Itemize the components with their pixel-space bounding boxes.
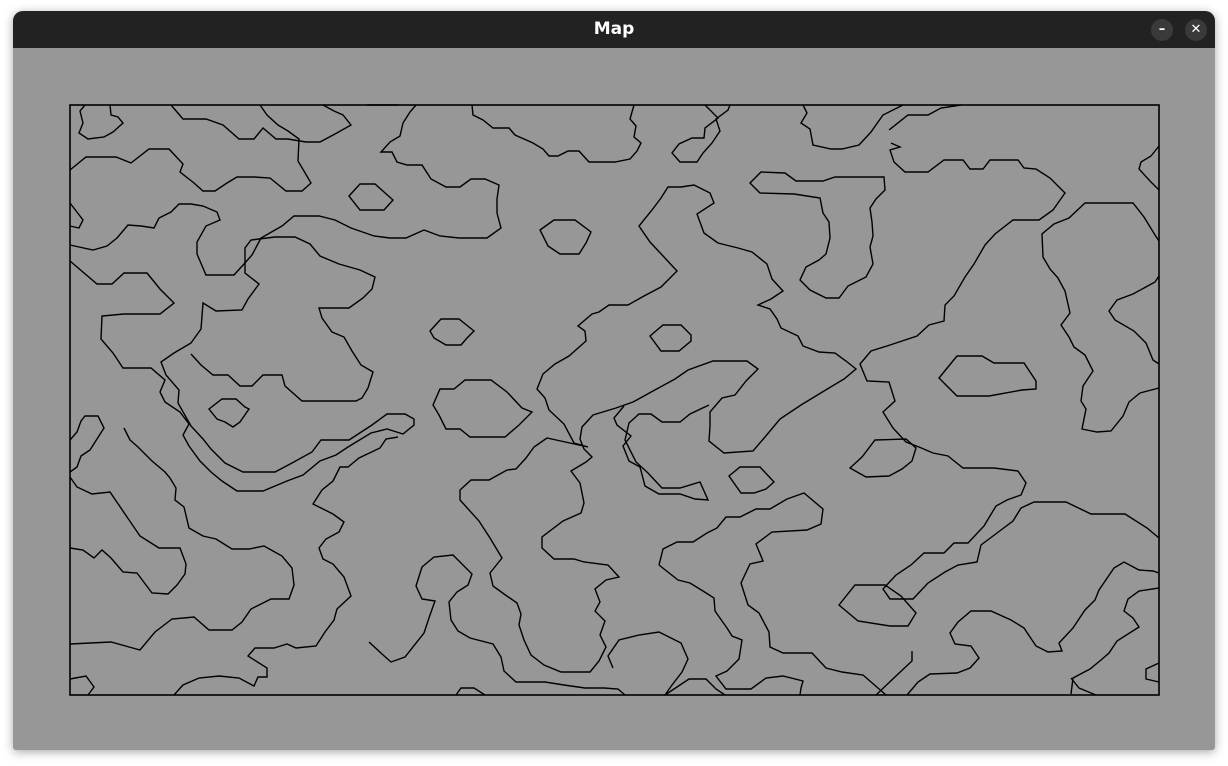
- minimize-button[interactable]: –: [1151, 19, 1173, 41]
- contour-line: [859, 142, 1160, 600]
- contour-line: [368, 554, 626, 696]
- contour-line: [658, 492, 887, 696]
- contour-line: [539, 219, 592, 255]
- contour-line: [78, 104, 124, 140]
- contour-line: [1108, 275, 1160, 365]
- contour-line: [607, 631, 689, 696]
- map-window: Map – ✕: [13, 11, 1215, 750]
- contour-line: [455, 687, 486, 696]
- contour-line: [173, 436, 399, 696]
- contour-line: [838, 584, 917, 627]
- contour-line: [671, 104, 731, 163]
- contour-line: [906, 561, 1160, 696]
- contour-line: [613, 404, 710, 501]
- contour-line: [471, 104, 642, 163]
- contour-line: [432, 379, 534, 438]
- contour-line: [875, 651, 913, 696]
- contour-line: [170, 104, 353, 143]
- contour-line: [848, 438, 917, 478]
- contour-line: [1041, 202, 1160, 433]
- contour-line: [649, 324, 692, 352]
- contour-line: [1070, 677, 1097, 696]
- window-title: Map: [593, 19, 635, 39]
- contour-line: [1145, 662, 1160, 683]
- contour-lines: [69, 104, 1160, 696]
- contour-line: [1138, 145, 1160, 191]
- contour-line: [800, 104, 904, 150]
- contour-line: [459, 184, 858, 673]
- contour-line: [69, 427, 295, 651]
- contour-line: [728, 466, 776, 494]
- map-canvas: [69, 104, 1160, 696]
- contour-line: [429, 318, 476, 346]
- contour-line: [749, 171, 886, 299]
- map-frame: [69, 104, 1160, 696]
- contour-line: [69, 236, 415, 492]
- contour-line: [348, 183, 394, 211]
- contour-line: [69, 202, 84, 229]
- title-bar[interactable]: Map – ✕: [13, 11, 1215, 48]
- contour-line: [658, 564, 804, 696]
- contour-line: [69, 104, 312, 192]
- contour-line: [69, 415, 105, 473]
- contour-line: [69, 675, 95, 696]
- contour-line: [69, 476, 187, 595]
- contour-line: [938, 355, 1037, 397]
- close-button[interactable]: ✕: [1185, 19, 1207, 41]
- contour-line: [888, 104, 962, 131]
- contour-line: [208, 398, 251, 428]
